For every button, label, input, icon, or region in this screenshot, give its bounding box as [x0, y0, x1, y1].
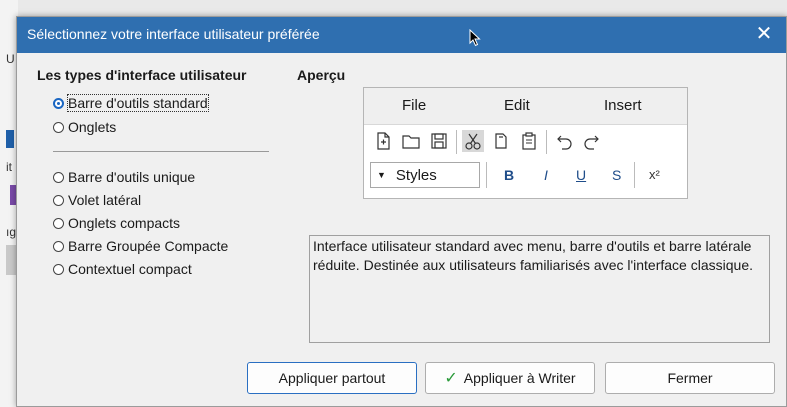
radio-sidebar[interactable]: Volet latéral — [53, 190, 141, 210]
ui-preview: File Edit Insert ▼ Styles B I U S x² — [363, 87, 688, 199]
undo-icon — [557, 135, 572, 150]
apply-writer-label: Appliquer à Writer — [463, 370, 576, 386]
radio-label: Contextuel compact — [68, 261, 192, 277]
radio-button[interactable] — [53, 263, 64, 275]
cut-icon — [462, 130, 484, 152]
checkmark-icon: ✓ — [444, 370, 458, 387]
toolbar-separator — [546, 130, 547, 154]
toolbar-separator — [456, 130, 457, 154]
ui-selection-dialog: Sélectionnez votre interface utilisateur… — [16, 16, 787, 407]
open-folder-icon — [402, 135, 420, 149]
radio-contextual-compact[interactable]: Contextuel compact — [53, 259, 192, 279]
background-blue-strip — [6, 130, 14, 148]
description-text: Interface utilisateur standard avec menu… — [309, 235, 770, 343]
preview-menu-insert: Insert — [604, 97, 642, 114]
preview-menu-file: File — [402, 97, 427, 114]
copy-icon — [495, 133, 507, 149]
radio-label: Volet latéral — [68, 192, 142, 208]
strikethrough-icon: S — [612, 167, 622, 183]
new-document-icon — [377, 132, 390, 150]
toolbar-separator — [634, 162, 635, 188]
dialog-title: Sélectionnez votre interface utilisateur… — [27, 26, 320, 42]
bold-icon: B — [504, 167, 515, 183]
radio-tabs[interactable]: Onglets — [53, 117, 116, 137]
radio-label: Barre d'outils standard — [67, 94, 209, 112]
preview-styles-dropdown: ▼ Styles — [370, 162, 480, 188]
apply-all-label: Appliquer partout — [278, 370, 386, 386]
mouse-cursor-icon — [469, 29, 481, 47]
radio-label: Onglets — [68, 119, 117, 135]
ui-types-heading: Les types d'interface utilisateur — [37, 67, 247, 83]
radio-single-toolbar[interactable]: Barre d'outils unique — [53, 167, 195, 187]
close-button[interactable]: Fermer — [605, 362, 775, 394]
radio-label: Barre Groupée Compacte — [68, 238, 229, 254]
underline-icon: U — [576, 167, 587, 183]
radio-button[interactable] — [53, 171, 64, 183]
radio-button[interactable] — [53, 217, 64, 229]
radio-button[interactable] — [53, 194, 64, 206]
radio-standard-toolbar[interactable]: Barre d'outils standard — [53, 93, 209, 113]
superscript-icon: x² — [649, 167, 660, 182]
italic-icon: I — [544, 167, 548, 183]
radio-grouped-compact[interactable]: Barre Groupée Compacte — [53, 236, 228, 256]
save-icon — [431, 133, 447, 149]
styles-label: Styles — [395, 166, 437, 184]
radio-button[interactable] — [53, 240, 64, 252]
background-text: U — [6, 52, 15, 66]
redo-icon — [584, 135, 599, 150]
dropdown-arrow-icon: ▼ — [377, 170, 386, 180]
preview-menu-edit: Edit — [504, 97, 530, 114]
radio-button[interactable] — [53, 121, 64, 133]
paste-icon — [522, 132, 536, 150]
toolbar-separator — [486, 162, 487, 188]
close-icon[interactable]: ✕ — [742, 17, 786, 53]
apply-writer-button[interactable]: ✓ Appliquer à Writer — [425, 362, 595, 394]
radio-compact-tabs[interactable]: Onglets compacts — [53, 213, 180, 233]
preview-heading: Aperçu — [297, 67, 346, 83]
radio-label: Onglets compacts — [68, 215, 181, 231]
group-separator — [53, 151, 269, 152]
apply-all-button[interactable]: Appliquer partout — [247, 362, 417, 394]
radio-label: Barre d'outils unique — [68, 169, 196, 185]
radio-button[interactable] — [53, 97, 64, 109]
dialog-titlebar[interactable]: Sélectionnez votre interface utilisateur… — [17, 17, 786, 53]
background-text: ıg — [6, 225, 17, 239]
close-label: Fermer — [667, 370, 713, 386]
preview-menubar: File Edit Insert — [364, 88, 687, 125]
background-text: it — [6, 160, 12, 174]
